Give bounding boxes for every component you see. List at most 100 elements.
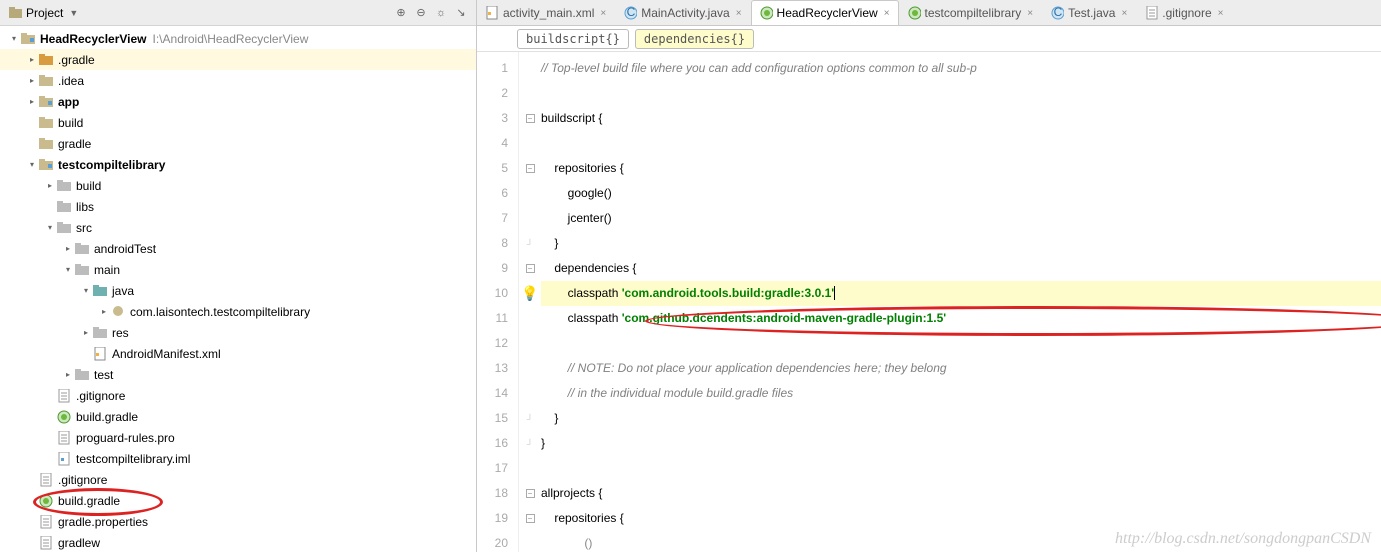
project-tree[interactable]: ▾HeadRecyclerViewI:\Android\HeadRecycler…	[0, 26, 476, 552]
tree-item[interactable]: .gitignore	[0, 385, 476, 406]
expand-arrow[interactable]: ▸	[62, 369, 74, 381]
code-line[interactable]: }	[541, 406, 1381, 431]
code-line[interactable]: dependencies {	[541, 256, 1381, 281]
code-line[interactable]	[541, 131, 1381, 156]
expand-arrow[interactable]	[26, 495, 38, 507]
expand-arrow[interactable]	[26, 117, 38, 129]
expand-arrow[interactable]	[44, 390, 56, 402]
tree-item[interactable]: build	[0, 112, 476, 133]
expand-arrow[interactable]	[26, 516, 38, 528]
expand-arrow[interactable]: ▸	[44, 180, 56, 192]
code-line[interactable]: repositories {	[541, 156, 1381, 181]
collapse-icon[interactable]: ⊕	[394, 6, 408, 20]
fold-cell: −	[519, 506, 541, 531]
gear-icon[interactable]: ☼	[434, 6, 448, 20]
locate-icon[interactable]: ⊖	[414, 6, 428, 20]
tree-item[interactable]: gradle	[0, 133, 476, 154]
editor-tab[interactable]: HeadRecyclerView×	[751, 0, 899, 25]
tree-item[interactable]: gradle.properties	[0, 511, 476, 532]
editor-tab[interactable]: CTest.java×	[1042, 0, 1136, 25]
tree-item[interactable]: ▸build	[0, 175, 476, 196]
line-number: 20	[477, 531, 518, 552]
code-line[interactable]: google()	[541, 181, 1381, 206]
editor-tab[interactable]: .gitignore×	[1136, 0, 1232, 25]
tree-label: com.laisontech.testcompiltelibrary	[130, 305, 310, 319]
code-line[interactable]: // NOTE: Do not place your application d…	[541, 356, 1381, 381]
breadcrumb-item[interactable]: dependencies{}	[635, 29, 754, 49]
tree-item[interactable]: libs	[0, 196, 476, 217]
expand-arrow[interactable]: ▾	[44, 222, 56, 234]
panel-title[interactable]: Project	[26, 6, 63, 20]
tree-item[interactable]: ▾java	[0, 280, 476, 301]
tree-item[interactable]: proguard-rules.pro	[0, 427, 476, 448]
fold-icon[interactable]: −	[526, 489, 535, 498]
fold-icon[interactable]: −	[526, 514, 535, 523]
tree-item[interactable]: ▸res	[0, 322, 476, 343]
close-icon[interactable]: ×	[1121, 8, 1127, 19]
close-icon[interactable]: ×	[736, 8, 742, 19]
expand-arrow[interactable]	[26, 537, 38, 549]
tree-item[interactable]: ▾main	[0, 259, 476, 280]
editor-tab[interactable]: CMainActivity.java×	[615, 0, 750, 25]
editor-tab[interactable]: activity_main.xml×	[477, 0, 615, 25]
expand-arrow[interactable]	[26, 138, 38, 150]
tree-item[interactable]: ▸androidTest	[0, 238, 476, 259]
expand-arrow[interactable]	[44, 453, 56, 465]
expand-arrow[interactable]: ▸	[98, 306, 110, 318]
expand-arrow[interactable]: ▾	[8, 33, 20, 45]
expand-arrow[interactable]	[44, 432, 56, 444]
tree-item[interactable]: ▸test	[0, 364, 476, 385]
dropdown-icon[interactable]: ▼	[69, 8, 78, 18]
bulb-icon[interactable]: 💡	[521, 285, 538, 302]
close-icon[interactable]: ×	[884, 8, 890, 19]
tree-item[interactable]: ▸.gradle	[0, 49, 476, 70]
expand-arrow[interactable]: ▸	[62, 243, 74, 255]
code-line[interactable]: buildscript {	[541, 106, 1381, 131]
fold-icon[interactable]: −	[526, 264, 535, 273]
expand-arrow[interactable]	[26, 474, 38, 486]
tree-item[interactable]: AndroidManifest.xml	[0, 343, 476, 364]
code-line[interactable]: classpath 'com.android.tools.build:gradl…	[541, 281, 1381, 306]
expand-arrow[interactable]: ▸	[26, 96, 38, 108]
tree-item[interactable]: ▾src	[0, 217, 476, 238]
tree-item[interactable]: ▾testcompiltelibrary	[0, 154, 476, 175]
code-line[interactable]	[541, 456, 1381, 481]
tree-item[interactable]: .gitignore	[0, 469, 476, 490]
expand-arrow[interactable]	[44, 411, 56, 423]
expand-arrow[interactable]	[44, 201, 56, 213]
code-line[interactable]: }	[541, 231, 1381, 256]
code-line[interactable]: }	[541, 431, 1381, 456]
code-line[interactable]: // Top-level build file where you can ad…	[541, 56, 1381, 81]
code[interactable]: // Top-level build file where you can ad…	[541, 52, 1381, 552]
tree-item[interactable]: build.gradle	[0, 490, 476, 511]
expand-arrow[interactable]: ▸	[26, 75, 38, 87]
close-icon[interactable]: ×	[1027, 8, 1033, 19]
expand-arrow[interactable]: ▾	[62, 264, 74, 276]
tree-item[interactable]: gradlew	[0, 532, 476, 552]
code-line[interactable]: allprojects {	[541, 481, 1381, 506]
tree-item[interactable]: ▸ com.laisontech.testcompiltelibrary	[0, 301, 476, 322]
fold-icon[interactable]: −	[526, 114, 535, 123]
expand-arrow[interactable]: ▸	[80, 327, 92, 339]
code-line[interactable]	[541, 81, 1381, 106]
expand-arrow[interactable]: ▸	[26, 54, 38, 66]
tree-item[interactable]: testcompiltelibrary.iml	[0, 448, 476, 469]
tree-item[interactable]: ▾HeadRecyclerViewI:\Android\HeadRecycler…	[0, 28, 476, 49]
code-line[interactable]: classpath 'com.github.dcendents:android-…	[541, 306, 1381, 331]
breadcrumb-item[interactable]: buildscript{}	[517, 29, 629, 49]
expand-arrow[interactable]: ▾	[80, 285, 92, 297]
code-line[interactable]: // in the individual module build.gradle…	[541, 381, 1381, 406]
tree-item[interactable]: ▸app	[0, 91, 476, 112]
expand-arrow[interactable]: ▾	[26, 159, 38, 171]
code-line[interactable]: repositories {	[541, 506, 1381, 531]
fold-icon[interactable]: −	[526, 164, 535, 173]
close-icon[interactable]: ×	[600, 8, 606, 19]
editor-tab[interactable]: testcompiltelibrary×	[899, 0, 1043, 25]
expand-arrow[interactable]	[80, 348, 92, 360]
hide-icon[interactable]: ↘	[454, 6, 468, 20]
tree-item[interactable]: ▸.idea	[0, 70, 476, 91]
code-line[interactable]	[541, 331, 1381, 356]
tree-item[interactable]: build.gradle	[0, 406, 476, 427]
close-icon[interactable]: ×	[1218, 8, 1224, 19]
code-line[interactable]: jcenter()	[541, 206, 1381, 231]
